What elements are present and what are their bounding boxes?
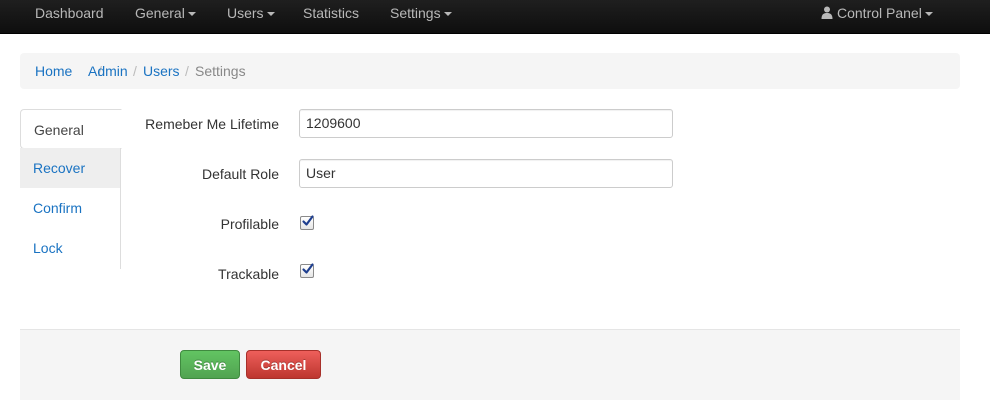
remember-me-lifetime-input[interactable] — [299, 109, 673, 138]
breadcrumb-home[interactable]: Home — [35, 53, 72, 89]
cancel-button[interactable]: Cancel — [246, 350, 321, 379]
tab-confirm[interactable]: Confirm — [20, 188, 120, 228]
breadcrumb: Home / Admin / Users / Settings — [20, 53, 960, 89]
tab-general[interactable]: General — [20, 109, 122, 149]
default-role-input[interactable] — [299, 159, 673, 188]
nav-statistics[interactable]: Statistics — [303, 0, 359, 33]
default-role-label: Default Role — [201, 166, 279, 182]
save-button[interactable]: Save — [180, 350, 240, 379]
settings-tabs: General Recover Confirm Lock — [20, 109, 122, 269]
trackable-label: Trackable — [218, 266, 279, 282]
nav-settings-dropdown[interactable]: Settings — [390, 0, 452, 33]
nav-users-dropdown[interactable]: Users — [227, 0, 275, 33]
tab-confirm-label: Confirm — [33, 200, 83, 216]
profilable-label: Profilable — [220, 216, 279, 232]
breadcrumb-users[interactable]: Users — [143, 53, 180, 89]
nav-general-dropdown[interactable]: General — [135, 0, 196, 33]
caret-down-icon — [266, 12, 275, 17]
caret-down-icon — [443, 12, 452, 17]
tab-recover-label: Recover — [33, 160, 86, 176]
profilable-checkbox[interactable] — [300, 215, 314, 230]
breadcrumb-separator: / — [185, 63, 189, 79]
breadcrumb-separator: / — [133, 63, 137, 79]
top-navbar: Dashboard General Users Statistics Setti… — [0, 0, 990, 34]
nav-users-label: Users — [227, 5, 264, 21]
checkmark-icon — [302, 263, 314, 274]
caret-down-icon — [924, 12, 933, 17]
nav-statistics-label: Statistics — [303, 5, 360, 21]
tab-lock-label: Lock — [33, 240, 63, 256]
checkmark-icon — [302, 215, 314, 226]
tab-recover[interactable]: Recover — [20, 148, 120, 188]
user-icon — [821, 1, 833, 28]
nav-control-panel-dropdown[interactable]: Control Panel — [821, 0, 933, 33]
breadcrumb-settings-current: Settings — [195, 63, 246, 79]
breadcrumb-admin[interactable]: Admin — [88, 53, 128, 89]
nav-settings-label: Settings — [390, 5, 441, 21]
nav-dashboard-label: Dashboard — [35, 5, 104, 21]
tab-general-label: General — [34, 122, 84, 138]
nav-dashboard[interactable]: Dashboard — [35, 0, 104, 33]
trackable-checkbox[interactable] — [300, 263, 314, 278]
tab-lock[interactable]: Lock — [20, 228, 120, 268]
form-actions: Save Cancel — [20, 329, 960, 400]
nav-control-panel-label: Control Panel — [837, 5, 922, 21]
caret-down-icon — [187, 12, 196, 17]
remember-me-lifetime-label: Remeber Me Lifetime — [145, 116, 279, 132]
nav-general-label: General — [135, 5, 185, 21]
